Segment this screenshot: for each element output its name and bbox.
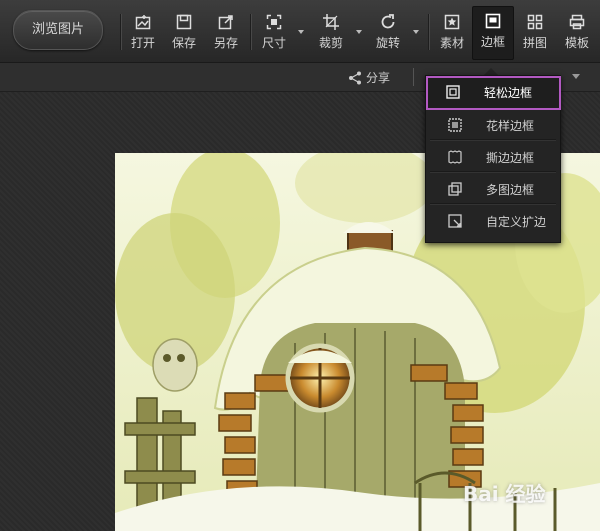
toolbar-separator: [250, 14, 251, 50]
menu-item-custom-extend-border[interactable]: 自定义扩边: [430, 207, 556, 235]
toolbar-separator: [428, 14, 429, 50]
torn-edge-border-icon: [448, 150, 462, 164]
rotate-icon: [381, 14, 395, 29]
menu-item-multi-image-border[interactable]: 多图边框: [430, 175, 556, 204]
open-button[interactable]: 打开: [123, 8, 163, 58]
resize-label: 尺寸: [261, 36, 286, 50]
share-button[interactable]: 分享: [348, 69, 390, 86]
crop-icon: [323, 14, 339, 30]
subbar-dropdown-caret[interactable]: [572, 74, 580, 79]
baidu-jingyan-watermark: Bai 经验: [463, 482, 546, 506]
rotate-button[interactable]: 旋转: [368, 8, 408, 58]
save-button[interactable]: 保存: [164, 8, 204, 58]
menu-item-label: 轻松边框: [484, 86, 533, 100]
crop-label: 裁剪: [318, 36, 343, 50]
toolbar-separator: [120, 14, 121, 50]
template-icon: [569, 14, 585, 30]
simple-border-icon: [446, 85, 460, 99]
menu-item-label: 撕边边框: [486, 151, 535, 165]
crop-button[interactable]: 裁剪: [311, 8, 351, 58]
open-label: 打开: [130, 36, 155, 50]
collage-label: 拼图: [522, 36, 547, 50]
collage-button[interactable]: 拼图: [515, 8, 555, 58]
share-icon: [349, 71, 361, 85]
save-icon: [176, 14, 192, 30]
save-as-button[interactable]: 另存: [206, 8, 246, 58]
open-icon: [135, 15, 151, 30]
collage-icon: [527, 14, 543, 30]
resize-icon: [266, 14, 282, 30]
save-label: 保存: [171, 36, 196, 50]
multi-image-border-icon: [448, 182, 462, 196]
material-label: 素材: [439, 36, 464, 50]
save-as-label: 另存: [213, 36, 238, 50]
border-icon: [485, 13, 501, 29]
resize-button[interactable]: 尺寸: [254, 8, 294, 58]
border-label: 边框: [480, 35, 505, 49]
rotate-dropdown-caret[interactable]: [413, 30, 419, 34]
save-as-icon: [218, 15, 233, 30]
subbar-separator: [413, 68, 414, 86]
menu-item-label: 花样边框: [486, 119, 535, 133]
template-label: 模板: [564, 36, 589, 50]
custom-extend-border-icon: [448, 214, 462, 228]
menu-item-label: 多图边框: [486, 183, 535, 197]
material-button[interactable]: 素材: [432, 8, 472, 58]
rotate-label: 旋转: [375, 36, 400, 50]
main-toolbar: 浏览图片 打开 保存 另存 尺寸 裁剪 旋转 素材 边框 拼图 模板: [0, 0, 600, 63]
crop-dropdown-caret[interactable]: [356, 30, 362, 34]
menu-pointer: [484, 68, 498, 75]
template-button[interactable]: 模板: [557, 8, 597, 58]
pattern-border-icon: [448, 118, 462, 132]
resize-dropdown-caret[interactable]: [298, 30, 304, 34]
menu-item-simple-border[interactable]: 轻松边框: [426, 76, 561, 110]
border-button[interactable]: 边框: [472, 6, 514, 60]
menu-item-pattern-border[interactable]: 花样边框: [430, 111, 556, 140]
menu-item-label: 自定义扩边: [486, 215, 547, 229]
material-icon: [444, 14, 460, 30]
share-label: 分享: [366, 71, 391, 85]
menu-item-torn-edge-border[interactable]: 撕边边框: [430, 143, 556, 172]
browse-images-button[interactable]: 浏览图片: [13, 10, 103, 50]
border-dropdown-menu: 轻松边框 花样边框 撕边边框 多图边框 自定义扩边: [425, 75, 561, 243]
